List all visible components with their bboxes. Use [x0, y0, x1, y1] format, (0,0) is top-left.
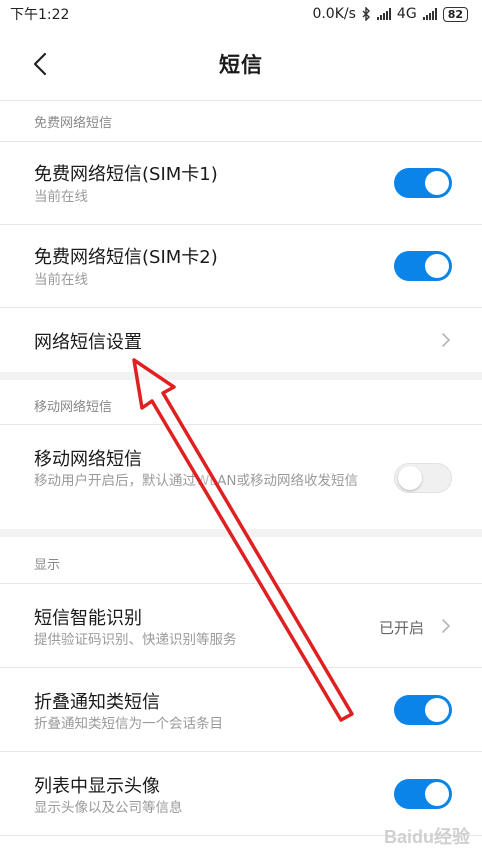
header-divider: [0, 100, 482, 101]
watermark: Baidu经验: [383, 827, 470, 847]
row-free-sms-sim1[interactable]: 免费网络短信(SIM卡1) 当前在线: [0, 142, 482, 224]
network-speed: 0.0K/s: [312, 6, 356, 22]
toggle-fold-notification-sms[interactable]: [394, 695, 452, 725]
signal-strength-icon-2: [422, 8, 437, 20]
row-mobile-network-sms[interactable]: 移动网络短信 移动用户开启后，默认通过WLAN或移动网络收发短信: [0, 425, 482, 529]
chevron-right-icon: [442, 333, 451, 347]
signal-strength-icon: [376, 8, 391, 20]
status-time: 下午1:22: [10, 7, 70, 23]
back-button[interactable]: [26, 50, 54, 78]
row-title: 免费网络短信(SIM卡2): [34, 247, 218, 268]
row-subtitle: 提供验证码识别、快递识别等服务: [34, 632, 237, 648]
row-network-sms-settings[interactable]: 网络短信设置: [0, 308, 482, 372]
row-value: 已开启: [378, 619, 424, 637]
toggle-free-sms-sim1[interactable]: [394, 168, 452, 198]
row-fold-notification-sms[interactable]: 折叠通知类短信 折叠通知类短信为一个会话条目: [0, 668, 482, 751]
chevron-left-icon: [33, 52, 47, 76]
page-title: 短信: [219, 53, 263, 77]
section-gap: [0, 529, 482, 537]
bluetooth-icon: [362, 7, 370, 21]
toggle-free-sms-sim2[interactable]: [394, 251, 452, 281]
row-subtitle: 折叠通知类短信为一个会话条目: [34, 716, 223, 732]
section-header-mobile-network: 移动网络短信: [34, 400, 113, 415]
row-title: 免费网络短信(SIM卡1): [34, 164, 218, 185]
row-title: 网络短信设置: [34, 332, 142, 353]
row-title: 折叠通知类短信: [34, 692, 160, 713]
section-gap: [0, 372, 482, 380]
status-indicators: 0.0K/s 4G 82: [312, 6, 468, 22]
section-header-display: 显示: [34, 558, 61, 573]
row-subtitle: 显示头像以及公司等信息: [34, 800, 183, 816]
toggle-knob: [425, 254, 449, 278]
row-title: 列表中显示头像: [34, 776, 160, 797]
row-sms-smart-recognition[interactable]: 短信智能识别 提供验证码识别、快递识别等服务 已开启: [0, 584, 482, 667]
section-header-free-network: 免费网络短信: [34, 116, 113, 131]
toggle-mobile-network-sms[interactable]: [394, 463, 452, 493]
toggle-knob: [425, 698, 449, 722]
app-header: 短信: [0, 28, 482, 100]
battery-indicator: 82: [442, 6, 468, 22]
toggle-knob: [425, 171, 449, 195]
chevron-right-icon: [442, 619, 451, 633]
status-bar: 下午1:22 0.0K/s 4G 82: [0, 0, 482, 28]
toggle-knob: [425, 782, 449, 806]
row-title: 短信智能识别: [34, 608, 142, 629]
toggle-show-avatar-in-list[interactable]: [394, 779, 452, 809]
row-subtitle: 移动用户开启后，默认通过WLAN或移动网络收发短信: [34, 473, 359, 489]
network-type: 4G: [396, 6, 417, 22]
row-title: 移动网络短信: [34, 449, 142, 470]
row-free-sms-sim2[interactable]: 免费网络短信(SIM卡2) 当前在线: [0, 225, 482, 307]
row-subtitle: 当前在线: [34, 272, 88, 288]
toggle-knob: [398, 466, 422, 490]
row-subtitle: 当前在线: [34, 189, 88, 205]
